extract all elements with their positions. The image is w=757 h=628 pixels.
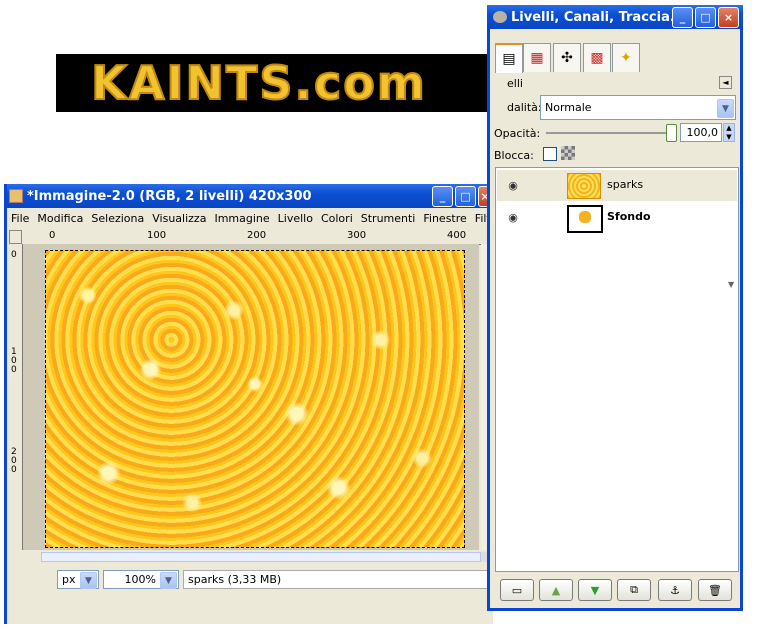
menu-visualizza[interactable]: Visualizza xyxy=(148,212,210,225)
new-page-icon: ▭ xyxy=(511,583,523,597)
opacity-slider-track[interactable] xyxy=(546,132,672,134)
menu-bar: File Modifica Seleziona Visualizza Immag… xyxy=(7,208,498,228)
layers-icon: ▤ xyxy=(502,51,516,67)
undo-history-icon: ✦ xyxy=(620,50,632,66)
dock-titlebar[interactable]: Livelli, Canali, Traccia... _ □ × xyxy=(487,5,743,29)
chevron-down-icon: ▼ xyxy=(160,572,177,589)
layers-dock: Livelli, Canali, Traccia... _ □ × ▤ ▦ ✣ … xyxy=(487,5,743,611)
tab-channels[interactable]: ▦ xyxy=(523,43,551,72)
hruler-tick-300: 300 xyxy=(347,230,367,241)
arrow-up-icon: ▲ xyxy=(551,583,561,597)
trash-icon: 🗑 xyxy=(708,583,722,597)
menu-colori[interactable]: Colori xyxy=(317,212,357,225)
unit-value: px xyxy=(62,573,76,586)
mode-label: dalità: xyxy=(507,101,542,114)
image-window: *Immagine-2.0 (RGB, 2 livelli) 420x300 _… xyxy=(4,184,498,624)
menu-finestre[interactable]: Finestre xyxy=(419,212,470,225)
new-layer-button[interactable]: ▭ xyxy=(500,579,534,601)
list-scroll-arrow[interactable]: ▼ xyxy=(728,280,734,289)
mode-value: Normale xyxy=(545,101,592,114)
status-text: sparks (3,33 MB) xyxy=(183,570,489,589)
unit-select[interactable]: px ▼ xyxy=(57,570,99,589)
mode-select[interactable]: Normale ▼ xyxy=(540,95,736,120)
zoom-value: 100% xyxy=(124,573,156,586)
arrow-down-icon: ▼ xyxy=(590,583,600,597)
opacity-slider-handle[interactable] xyxy=(666,124,677,142)
opacity-value: 100,0 xyxy=(686,126,719,139)
layer-name-sfondo: Sfondo xyxy=(607,210,651,223)
eye-icon[interactable]: ◉ xyxy=(505,179,521,192)
image-window-titlebar[interactable]: *Immagine-2.0 (RGB, 2 livelli) 420x300 _… xyxy=(7,184,493,208)
lower-layer-button[interactable]: ▼ xyxy=(578,579,612,601)
logo-banner: KAINTS.com xyxy=(28,54,490,112)
tab-layers[interactable]: ▤ xyxy=(495,43,523,73)
menu-livello[interactable]: Livello xyxy=(274,212,317,225)
panel-label: elli xyxy=(507,77,523,90)
duplicate-layer-button[interactable]: ⧉ xyxy=(617,579,651,601)
anchor-layer-button[interactable]: ⚓ xyxy=(658,579,692,601)
menu-strumenti[interactable]: Strumenti xyxy=(357,212,420,225)
tab-paths[interactable]: ✣ xyxy=(553,43,581,72)
vertical-ruler[interactable]: 0 100 200 xyxy=(9,244,23,550)
panel-menu-button[interactable]: ◄ xyxy=(719,76,732,89)
raise-layer-button[interactable]: ▲ xyxy=(539,579,573,601)
gimp-app-icon xyxy=(9,189,23,203)
dock-maximize-button[interactable]: □ xyxy=(695,7,716,28)
opacity-spinner[interactable]: ▲ ▼ xyxy=(723,123,735,142)
chevron-down-icon: ▼ xyxy=(80,572,97,589)
menu-file[interactable]: File xyxy=(7,212,33,225)
hruler-tick-0: 0 xyxy=(49,230,56,241)
minimize-button[interactable]: _ xyxy=(432,186,453,207)
dock-minimize-button[interactable]: _ xyxy=(672,7,693,28)
image-canvas[interactable] xyxy=(45,250,465,548)
layer-row-sfondo[interactable]: ◉ Sfondo xyxy=(497,202,737,233)
vruler-tick-200: 200 xyxy=(11,447,17,475)
paths-icon: ✣ xyxy=(561,50,573,66)
tab-colormap[interactable]: ▩ xyxy=(583,43,611,72)
image-window-title: *Immagine-2.0 (RGB, 2 livelli) 420x300 xyxy=(27,188,312,204)
vruler-tick-100: 100 xyxy=(11,347,17,375)
horizontal-scrollbar[interactable] xyxy=(41,552,481,562)
menu-modifica[interactable]: Modifica xyxy=(33,212,87,225)
layer-thumbnail-sfondo xyxy=(567,205,603,233)
layers-list: ◉ sparks ◉ Sfondo ▼ xyxy=(495,167,739,572)
chevron-down-icon: ▼ xyxy=(717,99,734,118)
ruler-corner[interactable] xyxy=(9,230,22,244)
gimp-dock-icon xyxy=(493,11,507,23)
layer-name-sparks: sparks xyxy=(607,178,644,191)
lock-pixels-checkbox[interactable] xyxy=(543,147,557,161)
duplicate-icon: ⧉ xyxy=(630,583,638,596)
layer-row-sparks[interactable]: ◉ sparks xyxy=(497,170,737,201)
layer-thumbnail-sparks xyxy=(567,173,601,199)
dock-close-button[interactable]: × xyxy=(718,7,739,28)
menu-seleziona[interactable]: Seleziona xyxy=(87,212,148,225)
dock-title: Livelli, Canali, Traccia... xyxy=(511,9,685,25)
opacity-input[interactable]: 100,0 xyxy=(680,123,722,142)
horizontal-ruler[interactable]: 0 100 200 300 400 xyxy=(23,230,483,245)
lock-label: Blocca: xyxy=(494,149,534,162)
logo-text: KAINTS.com xyxy=(90,55,427,111)
opacity-label: Opacità: xyxy=(494,127,541,140)
zoom-select[interactable]: 100% ▼ xyxy=(103,570,179,589)
hruler-tick-200: 200 xyxy=(247,230,267,241)
lock-alpha-icon[interactable] xyxy=(561,146,575,160)
maximize-button[interactable]: □ xyxy=(455,186,476,207)
hruler-tick-100: 100 xyxy=(147,230,167,241)
delete-layer-button[interactable]: 🗑 xyxy=(698,579,732,601)
tab-undo[interactable]: ✦ xyxy=(612,43,640,72)
menu-immagine[interactable]: Immagine xyxy=(210,212,273,225)
channels-icon: ▦ xyxy=(530,50,544,66)
vruler-tick-0: 0 xyxy=(11,250,17,260)
colormap-icon: ▩ xyxy=(590,50,604,66)
anchor-icon: ⚓ xyxy=(670,583,680,597)
eye-icon[interactable]: ◉ xyxy=(505,211,521,224)
hruler-tick-400: 400 xyxy=(447,230,467,241)
